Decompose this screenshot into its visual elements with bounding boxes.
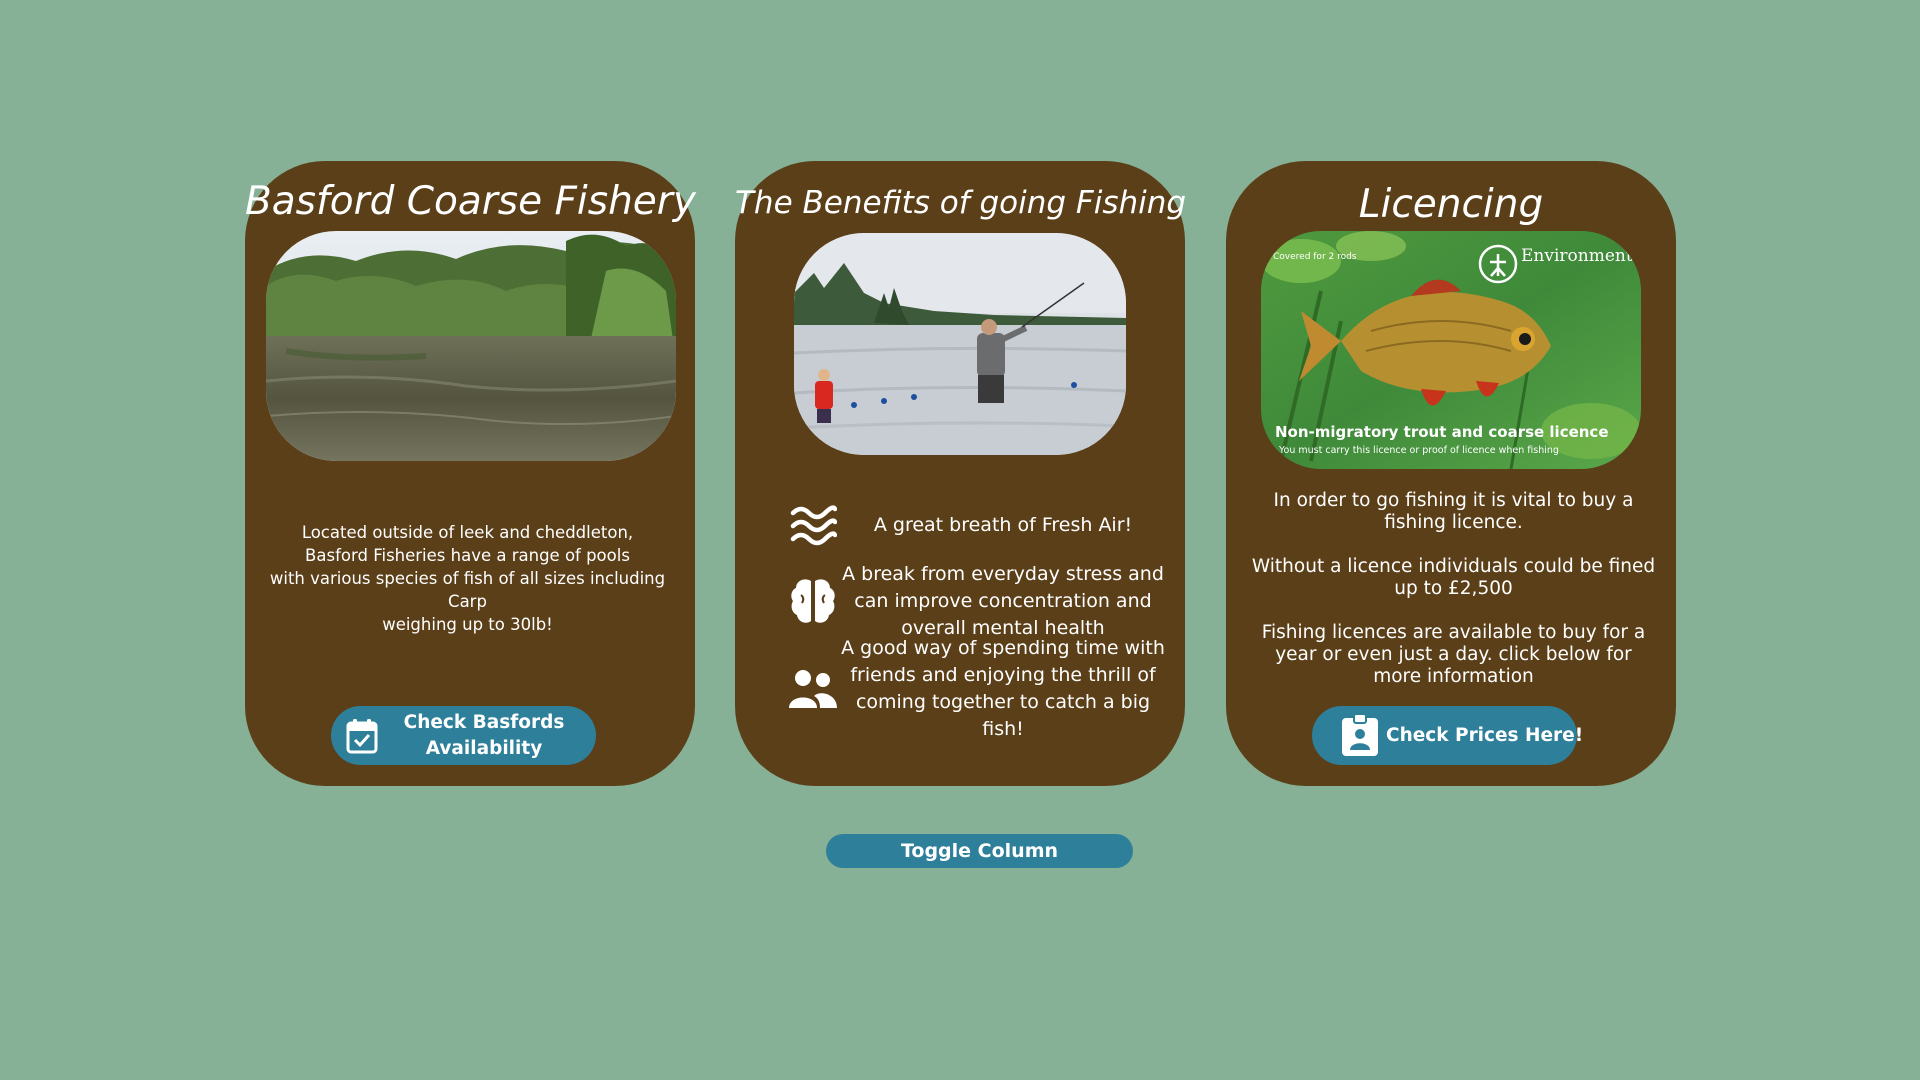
check-basfords-label: Check Basfords Availability [378,710,590,762]
basford-card: Basford Coarse Fishery Located outside o… [245,161,696,786]
basford-description-line: with various species of fish of all size… [269,569,666,611]
basford-description: Located outside of leek and cheddleton, … [255,521,680,636]
button-label-line: Check Basfords [403,711,565,733]
calendar-check-icon [346,718,378,754]
id-badge-icon [1340,713,1380,758]
benefit-mental-health: A break from everyday stress and can imp… [785,559,1165,643]
basford-description-line: weighing up to 30lb! [382,615,553,634]
benefit-friends: A good way of spending time with friends… [785,633,1165,745]
basford-lake-photo [266,231,676,461]
basford-description-line: Located outside of leek and cheddleton, [301,523,634,542]
benefit-friends-text: A good way of spending time with friends… [841,637,1165,740]
basford-title: Basford Coarse Fishery [245,179,696,224]
check-prices-label: Check Prices Here! [1386,725,1584,746]
licencing-description: In order to go fishing it is vital to bu… [1251,490,1656,688]
toggle-column-button[interactable]: Toggle Column [826,834,1133,868]
licence-image-agency: Environment Agency [1521,246,1641,266]
button-label-line: Availability [425,737,543,759]
waves-icon [785,503,841,547]
licence-image-title: Non-migratory trout and coarse licence [1275,423,1609,441]
benefit-mental-health-text: A break from everyday stress and can imp… [842,562,1164,639]
check-basfords-availability-button[interactable]: Check Basfords Availability [331,706,596,765]
check-prices-button[interactable]: Check Prices Here! [1312,706,1583,765]
licencing-paragraph: In order to go fishing it is vital to bu… [1273,490,1634,533]
benefit-fresh-air-text: A great breath of Fresh Air! [873,513,1133,536]
fishing-lake-photo [794,233,1126,455]
benefit-fresh-air: A great breath of Fresh Air! [785,503,1165,547]
basford-description-line: Basford Fisheries have a range of pools [305,546,630,565]
licencing-title: Licencing [1358,182,1544,227]
licence-image-covered: Covered for 2 rods [1273,252,1357,262]
brain-icon [785,577,841,625]
benefits-title: The Benefits of going Fishing [735,185,1187,221]
licencing-card: Licencing Environment Covered for 2 rods… [1226,161,1676,786]
fishing-licence-image: Environment Agency Covered for 2 rods No… [1261,231,1641,469]
licencing-paragraph: Without a licence individuals could be f… [1251,556,1656,599]
people-icon [785,668,841,710]
licencing-paragraph: Fishing licences are available to buy fo… [1261,622,1646,687]
benefits-card: The Benefits of going Fishing A great br… [735,161,1187,786]
licence-image-subtitle: You must carry this licence or proof of … [1278,445,1559,456]
